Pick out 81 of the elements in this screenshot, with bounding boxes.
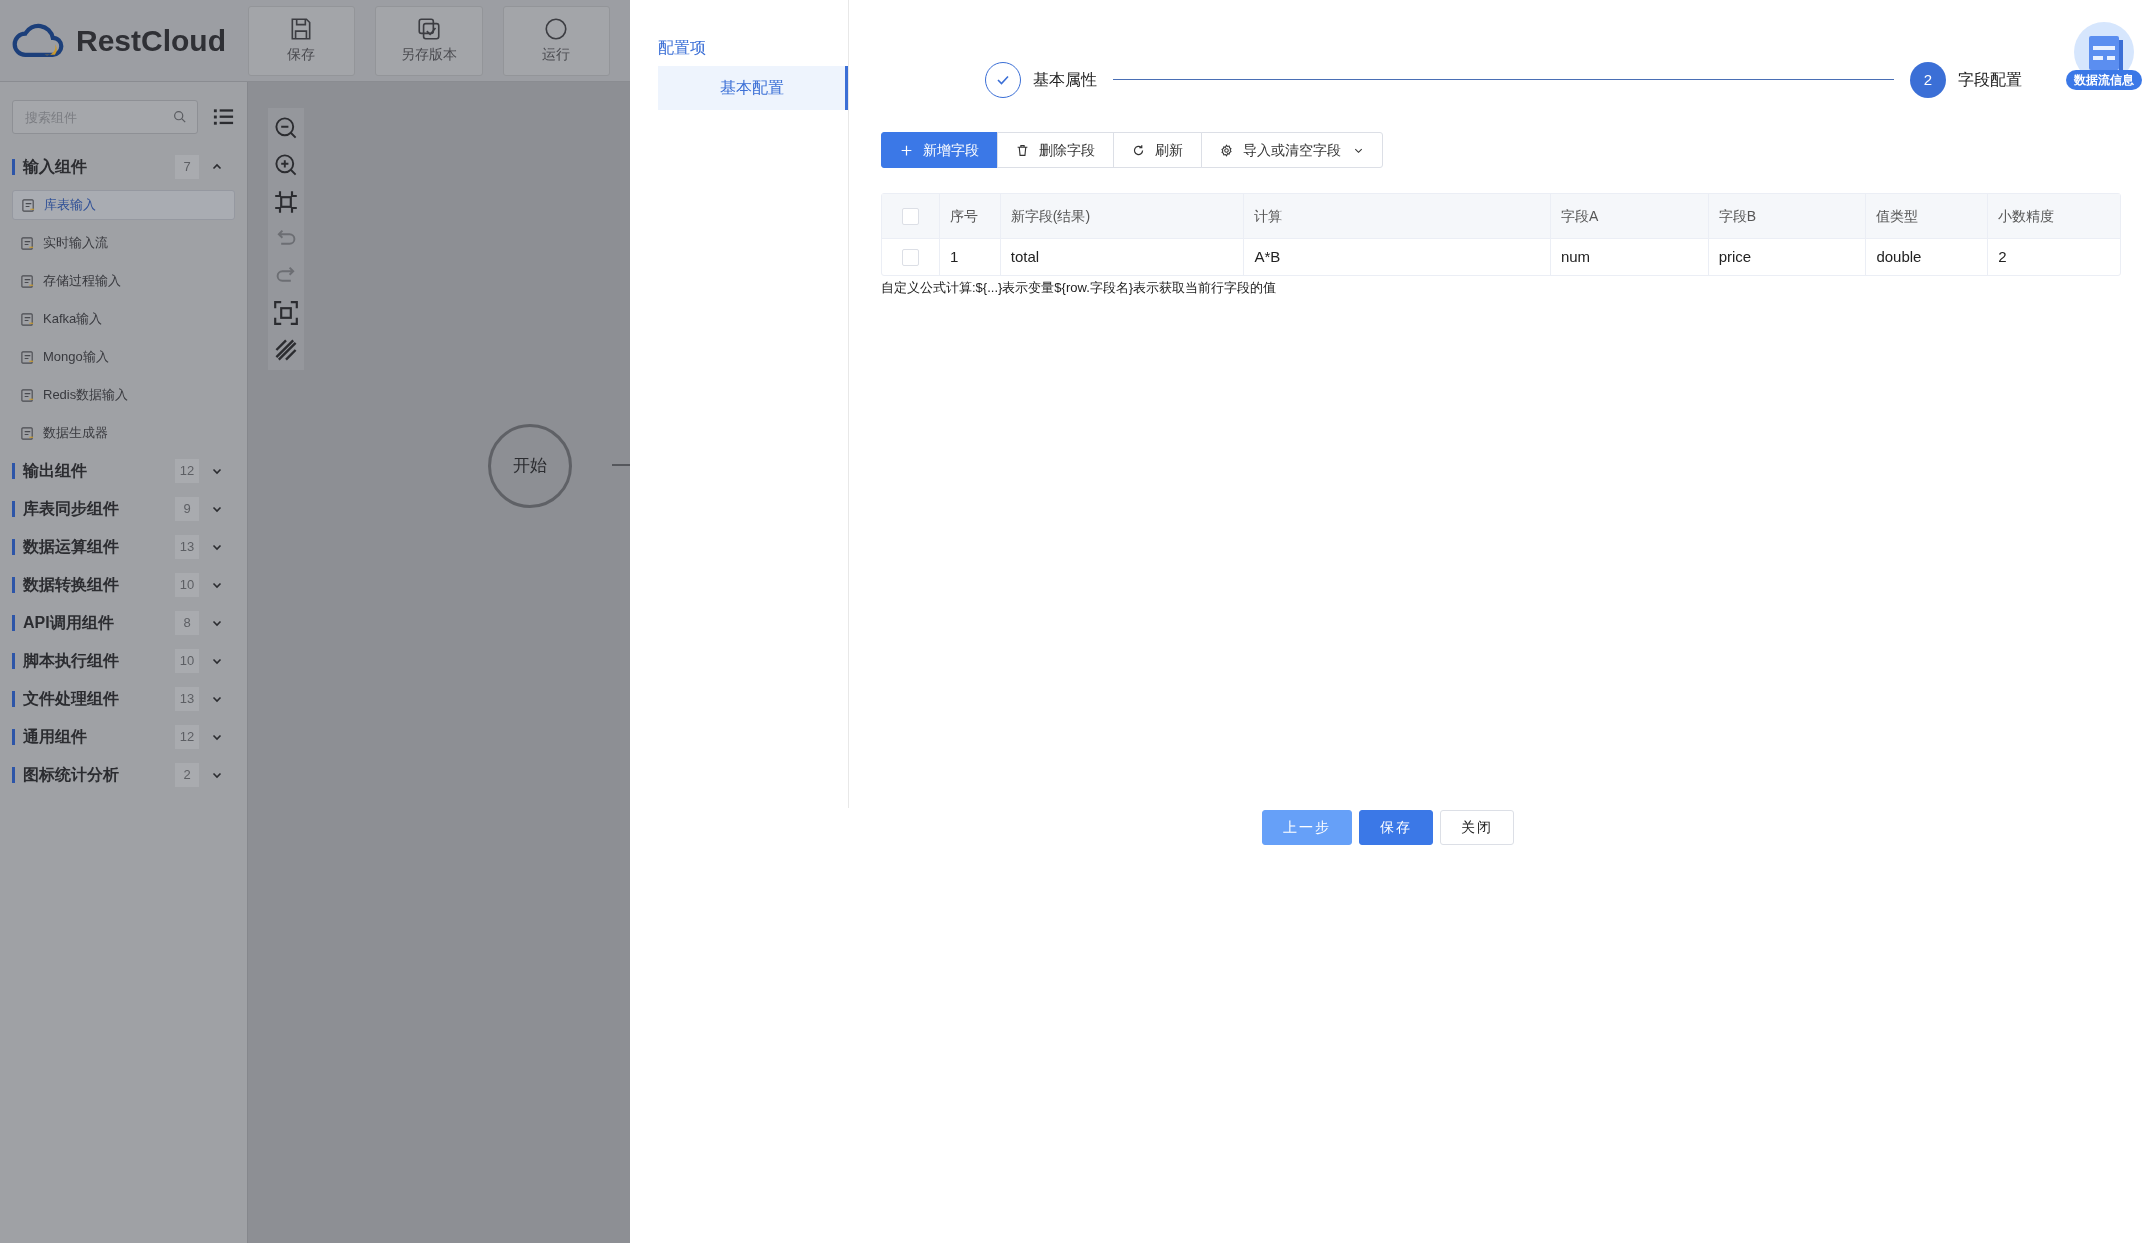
fullscreen-icon[interactable] bbox=[274, 301, 298, 325]
group-title[interactable]: 文件处理组件 bbox=[23, 687, 175, 711]
column-header: 字段B bbox=[1718, 206, 1756, 226]
toolbar-button[interactable]: 新增字段 bbox=[881, 132, 998, 168]
toolbar-button[interactable]: 保存 bbox=[247, 5, 356, 76]
toolbar-button[interactable]: 导入或清空字段 bbox=[1201, 132, 1383, 168]
plus-icon bbox=[900, 143, 913, 157]
table-cell-text: price bbox=[1718, 246, 1752, 267]
cloud-logo-icon bbox=[12, 22, 64, 59]
component-icon bbox=[21, 197, 36, 213]
zoom-out-icon[interactable] bbox=[274, 116, 298, 140]
refresh-icon bbox=[1132, 143, 1145, 157]
table-cell-text: 2 bbox=[1998, 246, 2007, 267]
count-badge: 7 bbox=[175, 155, 199, 179]
step-title: 字段配置 bbox=[1958, 70, 2022, 90]
gear-icon bbox=[1220, 143, 1233, 157]
sidebar-item[interactable]: Kafka输入 bbox=[12, 304, 235, 334]
toolbar-button[interactable]: 刷新 bbox=[1113, 132, 1202, 168]
table-cell-text: total bbox=[1010, 246, 1040, 267]
component-icon bbox=[20, 387, 35, 403]
toolbar-button[interactable]: 运行 bbox=[502, 5, 610, 76]
toolbar-button[interactable]: 删除字段 bbox=[997, 132, 1114, 168]
group-title[interactable]: 输入组件 bbox=[23, 155, 175, 179]
count-badge: 13 bbox=[175, 687, 199, 711]
count-badge: 13 bbox=[175, 535, 199, 559]
hatch-icon[interactable] bbox=[274, 338, 298, 362]
sidebar-item[interactable]: Redis数据输入 bbox=[12, 380, 235, 410]
component-icon bbox=[20, 235, 35, 251]
zoom-in-icon[interactable] bbox=[274, 153, 298, 177]
search-icon bbox=[173, 110, 186, 123]
component-icon bbox=[20, 349, 35, 365]
dialog-button[interactable]: 关闭 bbox=[1439, 809, 1514, 845]
sidebar-item[interactable]: 实时输入流 bbox=[12, 228, 235, 258]
toolbar-button[interactable]: 另存版本 bbox=[375, 5, 483, 76]
column-header: 小数精度 bbox=[1998, 206, 2055, 226]
component-icon bbox=[20, 425, 35, 441]
group-title[interactable]: API调用组件 bbox=[23, 611, 175, 635]
trash-icon bbox=[1016, 143, 1029, 157]
start-node[interactable]: 开始 bbox=[488, 424, 572, 508]
config-tab[interactable]: 基本配置 bbox=[658, 66, 848, 110]
count-badge: 8 bbox=[175, 611, 199, 635]
column-header: 值类型 bbox=[1876, 206, 1919, 226]
column-header: 计算 bbox=[1254, 206, 1283, 226]
count-badge: 10 bbox=[175, 573, 199, 597]
fit-icon[interactable] bbox=[274, 190, 298, 214]
step-number: 2 bbox=[1910, 62, 1946, 98]
group-title[interactable]: 数据运算组件 bbox=[23, 535, 175, 559]
data-flow-info-badge[interactable]: 数据流信息 bbox=[2066, 70, 2142, 90]
dialog-button[interactable]: 上一步 bbox=[1261, 809, 1352, 845]
count-badge: 9 bbox=[175, 497, 199, 521]
table-cell-text: num bbox=[1560, 246, 1591, 267]
count-badge: 12 bbox=[175, 459, 199, 483]
group-title[interactable]: 图标统计分析 bbox=[23, 763, 175, 787]
sidebar-item[interactable]: 库表输入 bbox=[12, 190, 235, 220]
sidebar-item[interactable]: 存储过程输入 bbox=[12, 266, 235, 296]
component-icon bbox=[20, 311, 35, 327]
group-title[interactable]: 数据转换组件 bbox=[23, 573, 175, 597]
section-title: 配置项 bbox=[658, 38, 707, 58]
dialog-button[interactable]: 保存 bbox=[1358, 809, 1433, 845]
step-title: 基本属性 bbox=[1033, 70, 1097, 90]
count-badge: 10 bbox=[175, 649, 199, 673]
count-badge: 12 bbox=[175, 725, 199, 749]
group-title[interactable]: 输出组件 bbox=[23, 459, 175, 483]
hint-text: 自定义公式计算:${...}表示变量${row.字段名}表示获取当前行字段的值 bbox=[881, 279, 1278, 297]
table-cell-text: A*B bbox=[1254, 246, 1281, 267]
group-title[interactable]: 通用组件 bbox=[23, 725, 175, 749]
checkbox[interactable] bbox=[901, 207, 919, 225]
sidebar-item[interactable]: Mongo输入 bbox=[12, 342, 235, 372]
sidebar-item[interactable]: 数据生成器 bbox=[12, 418, 235, 448]
count-badge: 2 bbox=[175, 763, 199, 787]
copy-icon bbox=[415, 16, 442, 42]
app-logo: RestCloud bbox=[76, 23, 226, 59]
table-cell-text: double bbox=[1876, 246, 1922, 267]
group-title[interactable]: 库表同步组件 bbox=[23, 497, 175, 521]
group-title[interactable]: 脚本执行组件 bbox=[23, 649, 175, 673]
column-header: 新字段(结果) bbox=[1010, 206, 1091, 226]
checkbox[interactable] bbox=[901, 248, 919, 266]
component-icon bbox=[20, 273, 35, 289]
table-cell-text: 1 bbox=[949, 246, 959, 267]
column-header: 字段A bbox=[1560, 206, 1599, 226]
column-header: 序号 bbox=[949, 206, 978, 226]
